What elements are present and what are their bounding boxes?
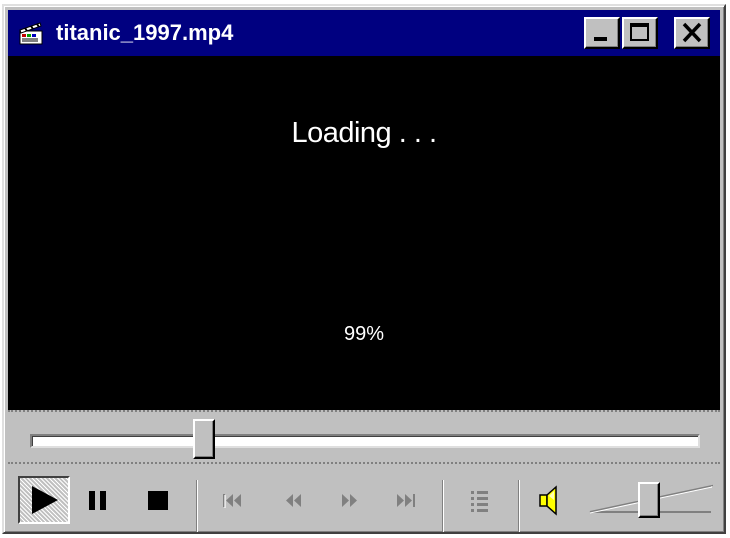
minimize-button[interactable] xyxy=(584,17,620,49)
maximize-icon xyxy=(630,23,649,41)
volume-slider-thumb[interactable] xyxy=(637,482,660,518)
mute-button[interactable] xyxy=(526,476,578,524)
close-icon xyxy=(682,22,702,43)
play-button[interactable] xyxy=(18,476,70,524)
skip-forward-icon xyxy=(397,494,415,507)
speaker-icon xyxy=(539,485,557,516)
rewind-icon xyxy=(286,494,301,507)
clapperboard-icon xyxy=(19,22,43,45)
loading-percent: 99% xyxy=(343,323,385,345)
rewind-button[interactable] xyxy=(268,476,320,524)
stop-icon xyxy=(148,491,168,510)
window-title: titanic_1997.mp4 xyxy=(56,20,234,45)
seek-bar-panel xyxy=(8,410,720,464)
pause-icon xyxy=(89,491,106,510)
fast-forward-icon xyxy=(342,494,357,507)
minimize-icon xyxy=(594,37,607,41)
pause-button[interactable] xyxy=(72,476,124,524)
maximize-button[interactable] xyxy=(622,17,658,49)
seek-track[interactable] xyxy=(30,434,700,448)
separator xyxy=(442,480,444,532)
transport-controls xyxy=(8,466,720,532)
close-button[interactable] xyxy=(674,17,710,49)
loading-status: Loading . . . xyxy=(291,117,437,149)
separator xyxy=(518,480,520,532)
playlist-button[interactable] xyxy=(454,476,506,524)
video-display[interactable]: Loading . . . 99% xyxy=(8,56,720,410)
media-player-window: titanic_1997.mp4 Loading . . . 99% xyxy=(2,4,726,534)
separator xyxy=(196,480,198,532)
title-bar[interactable]: titanic_1997.mp4 xyxy=(8,10,720,56)
stop-button[interactable] xyxy=(132,476,184,524)
fast-forward-button[interactable] xyxy=(324,476,376,524)
skip-forward-button[interactable] xyxy=(380,476,432,524)
skip-back-button[interactable] xyxy=(208,476,260,524)
volume-slider[interactable] xyxy=(580,476,720,526)
skip-back-icon xyxy=(223,494,241,508)
playlist-icon xyxy=(471,491,488,512)
seek-slider-thumb[interactable] xyxy=(193,419,216,459)
play-icon xyxy=(32,486,58,514)
